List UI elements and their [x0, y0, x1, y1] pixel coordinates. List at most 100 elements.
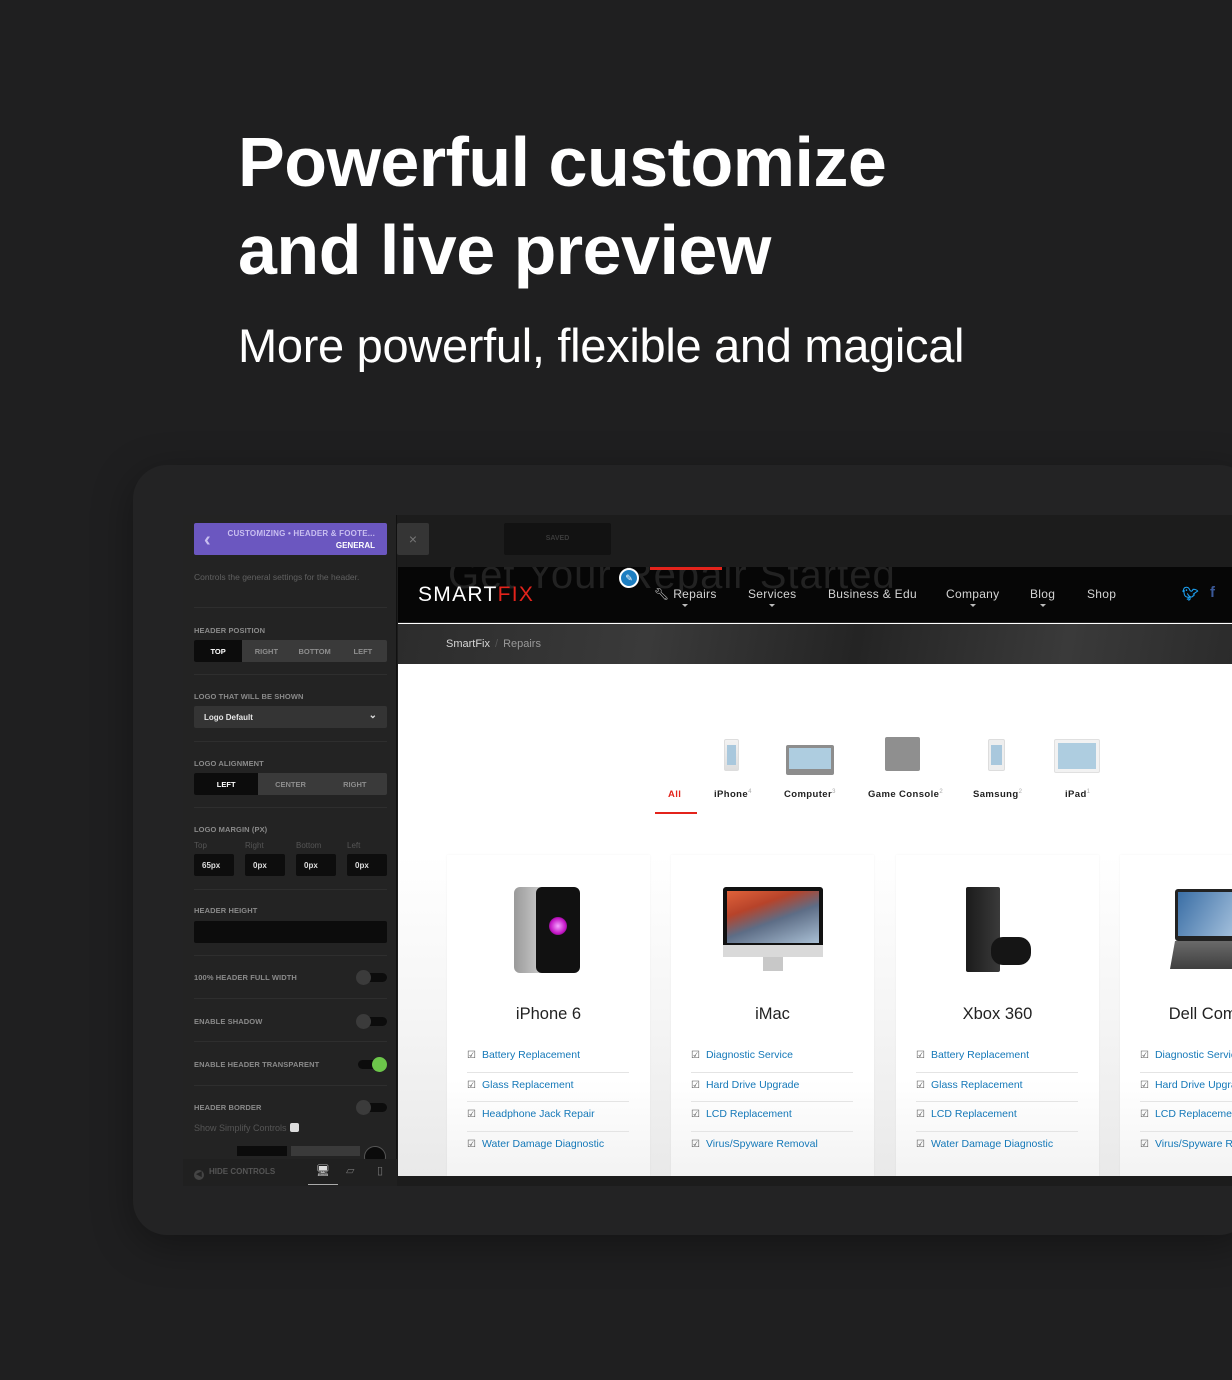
twitter-icon[interactable]: 🐦︎ [1182, 586, 1199, 602]
nav-company[interactable]: Company [946, 587, 999, 607]
product-card[interactable]: Xbox 360 ☑ Battery Replacement ☑ Glass Rep… [896, 855, 1099, 1176]
service-item[interactable]: ☑ Battery Replacement [467, 1043, 629, 1073]
category-ipad[interactable]: iPad1 [1065, 789, 1090, 800]
nav-services[interactable]: Services [748, 587, 796, 607]
checkbox-icon: ☑ [467, 1138, 476, 1150]
service-link[interactable]: Battery Replacement [482, 1049, 580, 1061]
facebook-icon[interactable]: f [1210, 584, 1215, 601]
logo-alignment-right[interactable]: RIGHT [323, 773, 387, 795]
service-link[interactable]: Diagnostic Service [1155, 1049, 1232, 1061]
tablet-preview-icon[interactable]: ▱ [346, 1164, 354, 1177]
margin-left-input[interactable]: 0px [347, 854, 387, 876]
hero-subtitle: More powerful, flexible and magical [238, 319, 965, 372]
service-link[interactable]: Glass Replacement [931, 1079, 1023, 1091]
border-color-input[interactable] [237, 1146, 287, 1156]
margin-bottom-input[interactable]: 0px [296, 854, 336, 876]
category-computer[interactable]: Computer3 [784, 789, 836, 800]
margin-right-input[interactable]: 0px [245, 854, 285, 876]
service-item[interactable]: ☑ Virus/Spyware Removal [691, 1132, 853, 1162]
service-item[interactable]: ☑ Headphone Jack Repair [467, 1102, 629, 1132]
service-item[interactable]: ☑ LCD Replacement [691, 1102, 853, 1132]
nav-business-edu[interactable]: Business & Edu [828, 587, 917, 601]
breadcrumb-home[interactable]: SmartFix [446, 638, 490, 650]
logo-alignment-center[interactable]: CENTER [258, 773, 322, 795]
desktop-preview-icon[interactable]: 🖥 [316, 1164, 330, 1177]
service-item[interactable]: ☑ Glass Replacement [916, 1073, 1078, 1103]
simplify-checkbox[interactable] [289, 1123, 299, 1132]
service-item[interactable]: ☑ Water Damage Diagnostic [916, 1132, 1078, 1162]
checkbox-icon: ☑ [467, 1050, 476, 1061]
logo-select[interactable]: Logo Default ⌄ [194, 706, 387, 728]
samsung-category-image [988, 739, 1005, 771]
category-iphone[interactable]: iPhone4 [714, 789, 752, 800]
service-item[interactable]: ☑ Hard Drive Upgrade [1140, 1073, 1232, 1103]
checkbox-icon: ☑ [691, 1079, 700, 1091]
nav-repairs[interactable]: 🔧︎ Repairs [654, 587, 717, 607]
header-position-bottom[interactable]: BOTTOM [291, 640, 339, 662]
category-label: All [668, 789, 682, 800]
service-link[interactable]: Virus/Spyware Removal [1155, 1138, 1232, 1150]
border-toggle[interactable] [356, 1100, 387, 1115]
header-position-label: HEADER POSITION [194, 626, 266, 635]
service-link[interactable]: LCD Replacement [931, 1108, 1017, 1120]
game-console-category-image [885, 737, 920, 771]
category-game-console[interactable]: Game Console2 [868, 789, 943, 800]
full-width-toggle[interactable] [356, 970, 387, 985]
category-samsung[interactable]: Samsung2 [973, 789, 1022, 800]
service-item[interactable]: ☑ LCD Replacement [916, 1102, 1078, 1132]
mobile-preview-icon[interactable]: ▯ [377, 1164, 383, 1177]
service-item[interactable]: ☑ LCD Replacement [1140, 1102, 1232, 1132]
simplify-controls[interactable]: Show Simplify Controls [194, 1123, 299, 1133]
service-link[interactable]: Hard Drive Upgrade [1155, 1079, 1232, 1091]
service-link[interactable]: Headphone Jack Repair [482, 1108, 595, 1120]
save-button[interactable]: SAVED [504, 523, 611, 555]
service-link[interactable]: Hard Drive Upgrade [706, 1079, 799, 1091]
service-item[interactable]: ☑ Battery Replacement [916, 1043, 1078, 1073]
checkbox-icon: ☑ [1140, 1138, 1149, 1150]
close-customizer-button[interactable]: × [397, 523, 429, 555]
product-card[interactable]: Dell Computer ☑ Diagnostic Service ☑ Hard … [1120, 855, 1232, 1176]
service-link[interactable]: Glass Replacement [482, 1079, 574, 1091]
product-card[interactable]: iMac ☑ Diagnostic Service ☑ Hard Drive Upg… [671, 855, 874, 1176]
breadcrumb-current: Repairs [503, 638, 541, 650]
border-style-select[interactable] [291, 1146, 360, 1156]
service-item[interactable]: ☑ Glass Replacement [467, 1073, 629, 1103]
service-link[interactable]: Diagnostic Service [706, 1049, 793, 1061]
header-position-left[interactable]: LEFT [339, 640, 387, 662]
hero: Powerful customize and live preview More … [238, 118, 965, 373]
category-all[interactable]: All [668, 789, 681, 800]
service-link[interactable]: Water Damage Diagnostic [482, 1138, 604, 1150]
service-item[interactable]: ☑ Diagnostic Service [691, 1043, 853, 1073]
header-position-segmented: TOP RIGHT BOTTOM LEFT [194, 640, 387, 662]
logo-alignment-left[interactable]: LEFT [194, 773, 259, 795]
service-item[interactable]: ☑ Hard Drive Upgrade [691, 1073, 853, 1103]
site-header: Get Your Repair Started SMARTFIX ✎ 🔧︎ Re… [398, 567, 1232, 623]
service-item[interactable]: ☑ Diagnostic Service [1140, 1043, 1232, 1073]
header-position-right[interactable]: RIGHT [242, 640, 290, 662]
service-link[interactable]: Virus/Spyware Removal [706, 1138, 818, 1150]
service-item[interactable]: ☑ Virus/Spyware Removal [1140, 1132, 1232, 1162]
toggle-label-shadow: ENABLE SHADOW [194, 1017, 263, 1026]
header-position-top[interactable]: TOP [194, 640, 243, 662]
hero-title-line1: Powerful customize [238, 123, 887, 201]
edit-pencil-icon[interactable]: ✎ [619, 568, 639, 588]
header-height-input[interactable] [194, 921, 387, 943]
service-item[interactable]: ☑ Water Damage Diagnostic [467, 1132, 629, 1162]
hero-title-line2: and live preview [238, 211, 771, 289]
site-logo[interactable]: SMARTFIX [418, 583, 534, 607]
hide-controls-button[interactable]: ◀ HIDE CONTROLS [194, 1167, 275, 1180]
service-link[interactable]: Battery Replacement [931, 1049, 1029, 1061]
active-nav-indicator [650, 567, 722, 570]
shadow-toggle[interactable] [356, 1014, 387, 1029]
margin-top-input[interactable]: 65px [194, 854, 234, 876]
service-link[interactable]: LCD Replacement [706, 1108, 792, 1120]
nav-blog[interactable]: Blog [1030, 587, 1055, 607]
transparent-toggle[interactable] [358, 1057, 387, 1072]
product-card[interactable]: iPhone 6 ☑ Battery Replacement ☑ Glass Rep… [447, 855, 650, 1176]
service-link[interactable]: LCD Replacement [1155, 1108, 1232, 1120]
checkbox-icon: ☑ [467, 1109, 476, 1121]
checkbox-icon: ☑ [691, 1050, 700, 1061]
back-breadcrumb-button[interactable]: ‹ CUSTOMIZING • HEADER & FOOTE... GENERA… [194, 523, 387, 555]
nav-shop[interactable]: Shop [1087, 587, 1116, 601]
service-link[interactable]: Water Damage Diagnostic [931, 1138, 1053, 1150]
